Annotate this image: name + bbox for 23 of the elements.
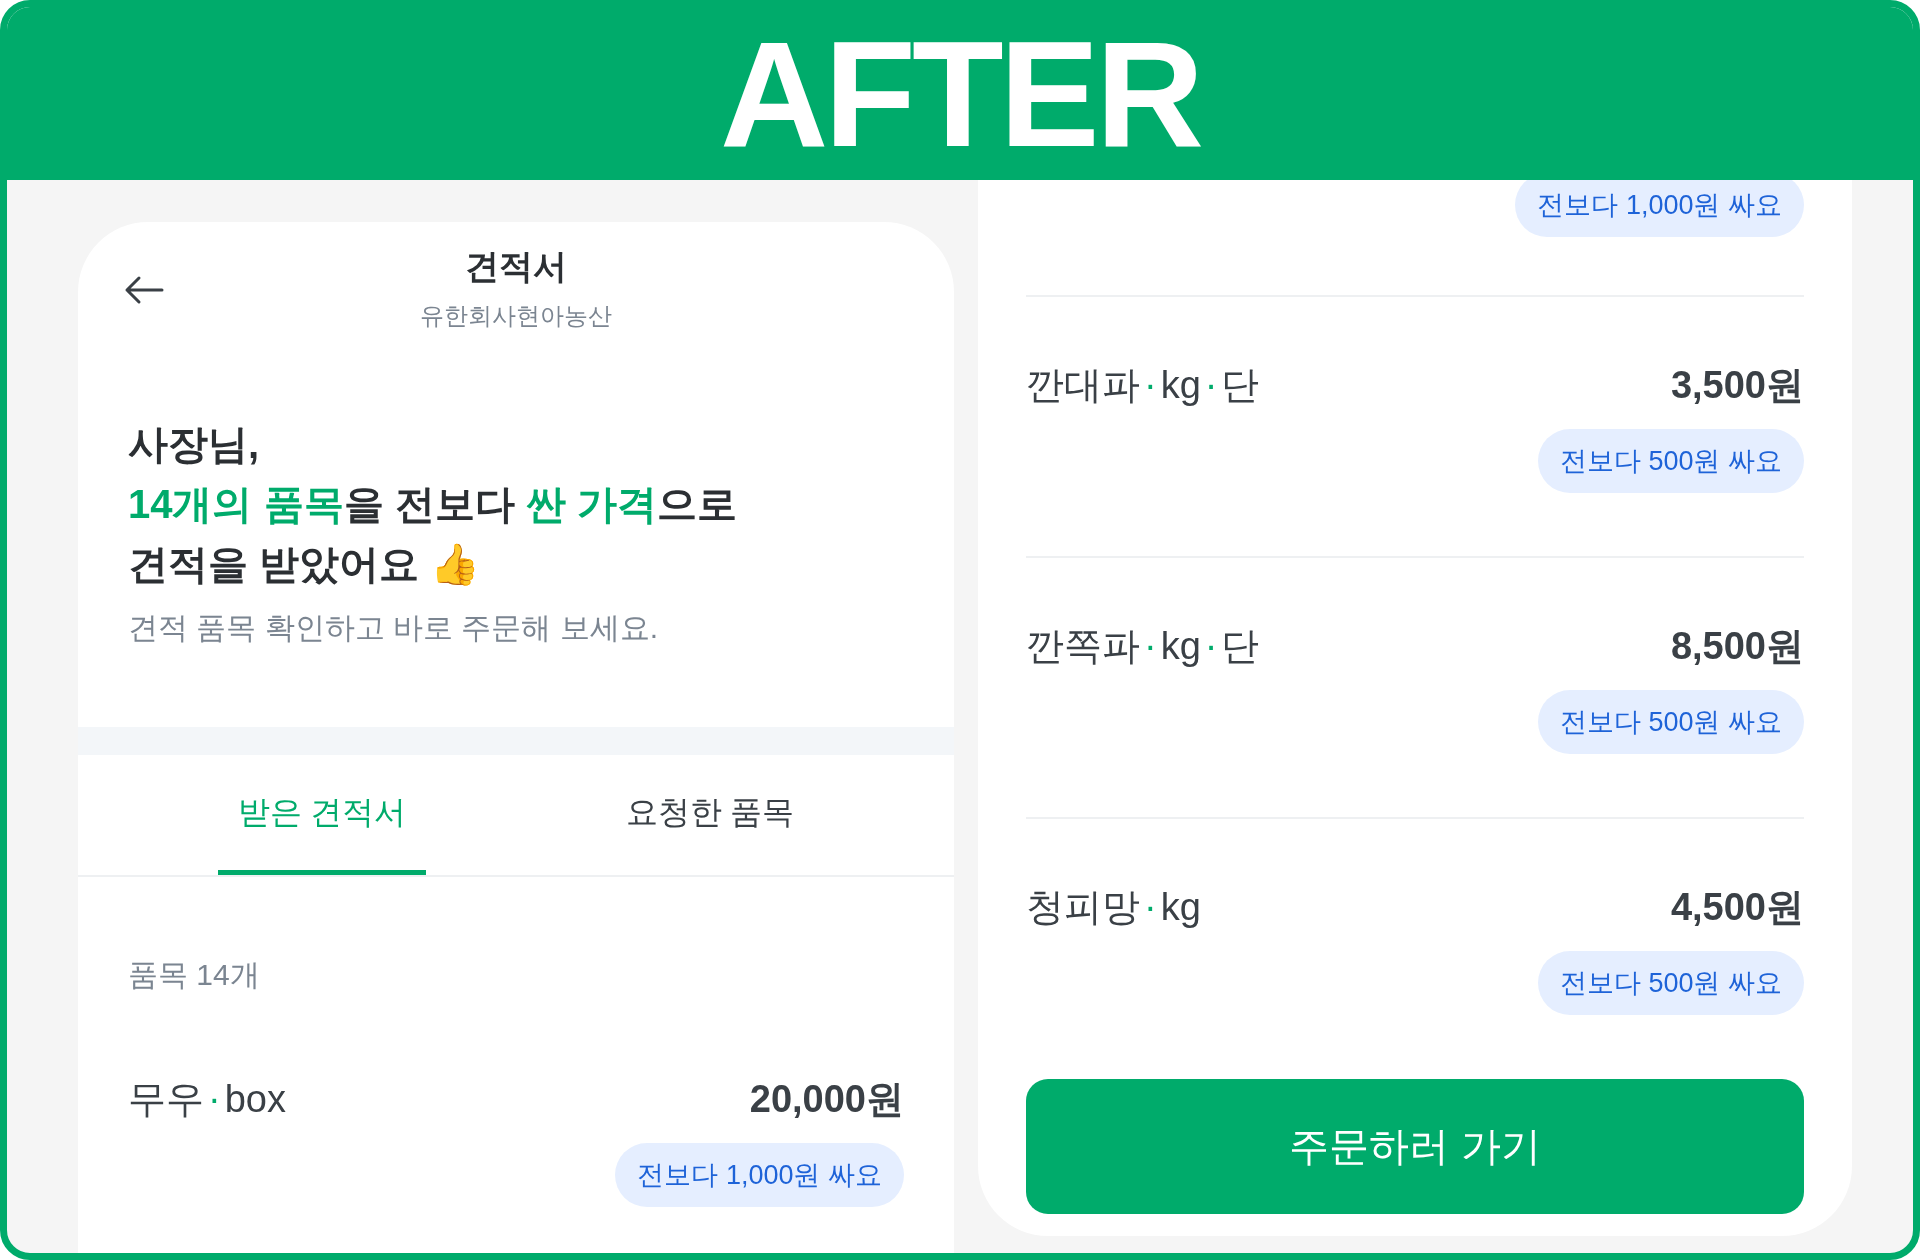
item-name: 깐쪽파·kg·단 [1026,624,1260,669]
item-name: 무우·box [128,1077,286,1122]
banner-title: AFTER [720,18,1200,169]
headline: 사장님, 14개의 품목을 전보다 싼 가격으로 견적을 받았어요 👍 [128,421,737,588]
discount-badge: 전보다 1,000원 싸요 [1515,180,1804,237]
screen-subtitle: 유한회사현아농산 [419,301,613,331]
item-name: 깐대파·kg·단 [1026,363,1260,408]
intro-text: 견적 품목 확인하고 바로 주문해 보세요. [128,610,659,646]
item-count: 품목 14개 [127,957,261,993]
item-price: 8,500원 [1670,624,1804,669]
tab[interactable]: 요청한 품목 [605,755,815,875]
tab[interactable]: 받은 견적서 [217,755,427,875]
discount-badge: 전보다 500원 싸요 [1537,951,1804,1015]
discount-badge: 전보다 1,000원 싸요 [615,1143,904,1207]
discount-badge: 전보다 500원 싸요 [1537,429,1804,493]
discount-badge: 전보다 500원 싸요 [1537,690,1804,754]
item-price: 4,500원 [1670,885,1804,930]
screen-title: 견적서 [464,246,568,287]
back-arrow-icon[interactable] [124,275,164,305]
item-price: 3,500원 [1670,363,1804,408]
order-button[interactable]: 주문하러 가기 [1026,1079,1804,1214]
item-price: 20,000원 [749,1077,904,1122]
item-name: 청피망·kg [1026,885,1201,930]
